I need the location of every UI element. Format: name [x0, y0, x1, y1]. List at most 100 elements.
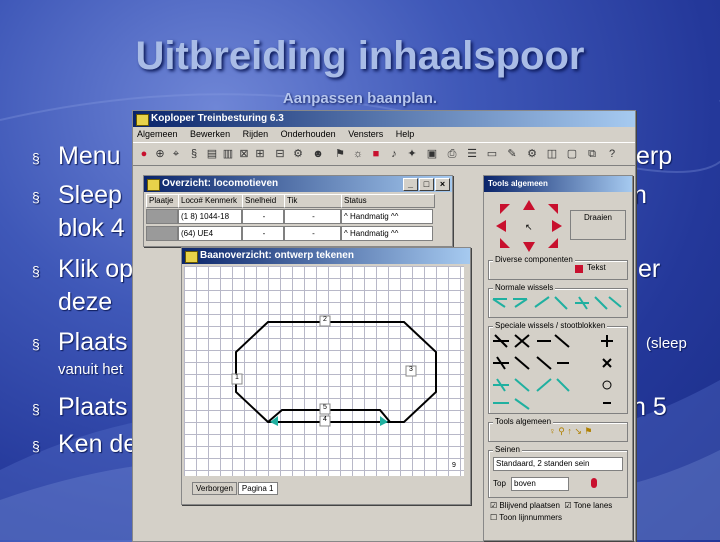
bullet-2-cont: blok 4 — [58, 214, 125, 242]
block-icon[interactable]: ▥ — [221, 147, 235, 161]
menu-algemeen[interactable]: Algemeen — [137, 129, 178, 139]
block-label[interactable]: 3 — [409, 366, 413, 373]
light-icon[interactable]: ✦ — [405, 147, 419, 161]
loco-id[interactable]: (1 8) 1044-18 — [178, 209, 242, 224]
text-marker-icon[interactable] — [575, 265, 583, 273]
track-grid[interactable]: 2 1 3 5 4 9 — [184, 266, 464, 476]
loco-window-titlebar: Overzicht: locomotieven _ □ × — [144, 176, 452, 192]
tools-icon[interactable]: ⚙ — [291, 147, 305, 161]
checkbox-blijvend[interactable]: ☑ Blijvend plaatsen ☑ Tone lanes — [490, 500, 612, 512]
loco-image — [146, 226, 178, 241]
page-tabs: Verborgen Pagina 1 — [192, 482, 279, 495]
bullet-marker: § — [32, 189, 40, 205]
list-icon[interactable]: ☰ — [465, 147, 479, 161]
doc-icon[interactable]: ▭ — [485, 147, 499, 161]
loco-speed: - — [242, 209, 284, 224]
print-icon[interactable]: ⎙ — [445, 147, 459, 161]
lock-icon[interactable]: ▣ — [425, 147, 439, 161]
menubar: Algemeen Bewerken Rijden Onderhouden Ven… — [133, 127, 635, 142]
bullet-text: Sleep — [58, 181, 122, 209]
bullet-text: Menu — [58, 142, 121, 170]
close-icon[interactable]: × — [435, 178, 450, 191]
loco-speed: - — [242, 226, 284, 241]
switch-icon[interactable]: § — [187, 147, 201, 161]
bullet-text: Plaats — [58, 328, 128, 356]
design-window: Baanoverzicht: ontwerp tekenen 2 1 3 5 4 — [181, 247, 471, 505]
loco-status[interactable]: ^ Handmatig ^^ — [341, 209, 433, 224]
rotate-arrows-icon[interactable]: ↖ — [494, 198, 564, 254]
loco-window: Overzicht: locomotieven _ □ × Plaatje Lo… — [143, 175, 453, 247]
minimize-icon[interactable]: _ — [403, 178, 418, 191]
bullet-1: § Menu — [32, 142, 121, 171]
top-label: Top — [493, 479, 506, 488]
grid-icon[interactable]: ▤ — [205, 147, 219, 161]
block-label[interactable]: 5 — [323, 404, 327, 411]
signal-preview-icon — [591, 478, 597, 488]
checkbox-group: ☑ Blijvend plaatsen ☑ Tone lanes ☐ Toon … — [490, 500, 612, 524]
traffic-icon[interactable]: ⚑ — [333, 147, 347, 161]
bullet-marker: § — [32, 438, 40, 454]
menu-rijden[interactable]: Rijden — [243, 129, 269, 139]
loco-icon[interactable]: ⊕ — [153, 147, 167, 161]
help-icon[interactable]: ? — [605, 147, 619, 161]
loco-status[interactable]: ^ Handmatig ^^ — [341, 226, 433, 241]
switch-palette[interactable] — [489, 293, 625, 317]
tab-verborgen[interactable]: Verborgen — [192, 482, 237, 495]
loco-tik: - — [284, 226, 341, 241]
track-layout — [231, 315, 437, 427]
svg-text:↖: ↖ — [525, 223, 533, 233]
menu-vensters[interactable]: Vensters — [348, 129, 383, 139]
group-normale-wissels: Normale wissels — [488, 283, 628, 318]
rotate-button[interactable]: Draaien — [570, 210, 626, 240]
bullet-text: Ken de — [58, 430, 138, 458]
horn-icon[interactable]: ♪ — [387, 147, 401, 161]
menu-bewerken[interactable]: Bewerken — [190, 129, 230, 139]
block-label[interactable]: 4 — [323, 416, 327, 423]
col-plaatje[interactable]: Plaatje — [146, 194, 180, 208]
cross-icon[interactable]: ⊠ — [237, 147, 251, 161]
track-icon[interactable]: ⊞ — [253, 147, 267, 161]
col-tik[interactable]: Tik — [284, 194, 343, 208]
special-switch-palette[interactable] — [489, 331, 625, 413]
window-icon — [185, 251, 198, 263]
tekst-tool[interactable]: Tekst — [587, 263, 606, 272]
block-label[interactable]: 1 — [235, 374, 239, 381]
menu-help[interactable]: Help — [396, 129, 415, 139]
bullet-5: § Plaats — [32, 393, 127, 422]
col-snelheid[interactable]: Snelheid — [242, 194, 286, 208]
top-select[interactable]: boven — [511, 477, 569, 491]
lamp-icon[interactable]: ☼ — [351, 147, 365, 161]
window-icon[interactable]: ▢ — [565, 147, 579, 161]
tab-pagina-1[interactable]: Pagina 1 — [237, 482, 278, 495]
block-label[interactable]: 9 — [452, 462, 456, 469]
group-seinen: Seinen Standaard, 2 standen sein Top bov… — [488, 445, 628, 498]
stop-icon[interactable]: ■ — [369, 147, 383, 161]
people-icon[interactable]: ☻ — [311, 147, 325, 161]
block-label[interactable]: 2 — [323, 316, 327, 323]
col-kenmerk[interactable]: Loco# Kenmerk — [178, 194, 244, 208]
menu-onderhouden[interactable]: Onderhouden — [281, 129, 336, 139]
loco-image — [146, 209, 178, 224]
edit-icon[interactable]: ✎ — [505, 147, 519, 161]
bullet-2: § Sleep — [32, 181, 122, 210]
seinen-select[interactable]: Standaard, 2 standen sein — [493, 457, 623, 471]
route-icon[interactable]: ⌖ — [169, 147, 183, 161]
bullet-text: Plaats — [58, 393, 128, 421]
tool-icons[interactable]: ♀ ⚲ ↑ ↘ ⚑ — [549, 426, 592, 437]
group-speciale-wissels: Speciale wissels / stootblokken — [488, 321, 628, 414]
settings-icon[interactable]: ⚙ — [525, 147, 539, 161]
signal-icon[interactable]: ● — [137, 147, 151, 161]
bullet-5-tail: n 5 — [632, 393, 667, 421]
bullet-3-tail: er — [638, 255, 661, 283]
slide-subtitle: Aanpassen baanplan. — [282, 90, 438, 107]
bullet-3-cont: deze — [58, 288, 113, 316]
view-icon[interactable]: ◫ — [545, 147, 559, 161]
toolbar: ● ⊕ ⌖ § ▤ ▥ ⊠ ⊞ ⊟ ⚙ ☻ ⚑ ☼ ■ ♪ ✦ ▣ ⎙ ☰ ▭ … — [133, 142, 635, 166]
train-icon[interactable]: ⊟ — [273, 147, 287, 161]
loco-id[interactable]: (64) UE4 — [178, 226, 242, 241]
checkbox-lijnnummers[interactable]: ☐ Toon lijnnummers — [490, 512, 612, 524]
col-status[interactable]: Status — [341, 194, 435, 208]
tile-icon[interactable]: ⧉ — [585, 147, 599, 161]
maximize-icon[interactable]: □ — [419, 178, 434, 191]
bullet-marker: § — [32, 336, 40, 352]
